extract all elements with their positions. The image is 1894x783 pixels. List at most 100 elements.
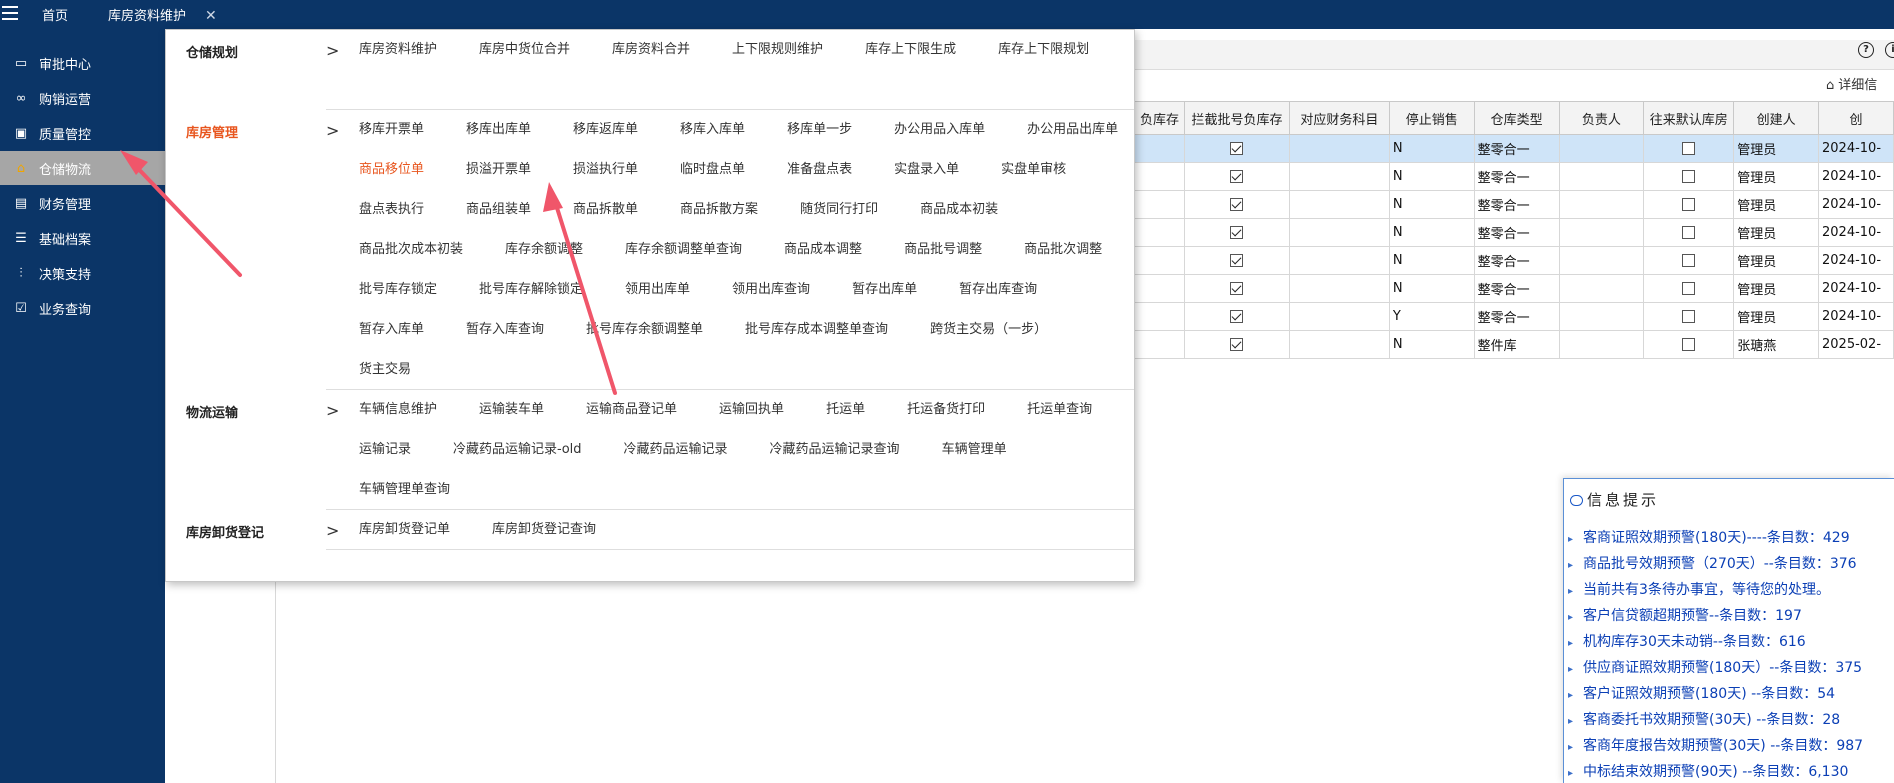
menu-item[interactable]: 商品批号调整	[904, 230, 982, 270]
cell-intercept-checkbox[interactable]	[1183, 134, 1290, 163]
menu-item[interactable]: 库存余额调整	[505, 230, 583, 270]
info-list-item[interactable]: 客户信贷额超期预警--条目数：197	[1568, 603, 1863, 629]
cell-default-warehouse-checkbox[interactable]	[1643, 190, 1735, 219]
menu-item[interactable]: 托运备货打印	[907, 390, 985, 430]
cell-intercept-checkbox[interactable]	[1183, 218, 1290, 247]
menu-item[interactable]: 库存上下限规划	[998, 30, 1089, 70]
cell-default-warehouse-checkbox[interactable]	[1643, 330, 1735, 359]
sidebar-item-2[interactable]: ▣ 质量管控	[0, 116, 165, 150]
checkbox[interactable]	[1230, 282, 1244, 295]
menu-item[interactable]: 实盘录入单	[894, 150, 959, 190]
table-row[interactable]: N 整零合一 管理员 2024-10-	[1134, 218, 1894, 247]
menu-section-title[interactable]: 库房管理	[186, 122, 238, 141]
table-row[interactable]: N 整零合一 管理员 2024-10-	[1134, 274, 1894, 303]
grid-column-header[interactable]: 往来默认库房	[1643, 101, 1735, 135]
menu-item[interactable]: 移库开票单	[359, 110, 424, 150]
sidebar-item-7[interactable]: ☑ 业务查询	[0, 291, 165, 325]
cell-intercept-checkbox[interactable]	[1183, 246, 1290, 275]
menu-item[interactable]: 移库单一步	[787, 110, 852, 150]
checkbox[interactable]	[1682, 170, 1696, 183]
menu-item[interactable]: 领用出库单	[625, 270, 690, 310]
cell-default-warehouse-checkbox[interactable]	[1643, 246, 1735, 275]
menu-item[interactable]: 上下限规则维护	[732, 30, 823, 70]
menu-item[interactable]: 商品成本初装	[920, 190, 998, 230]
menu-item[interactable]: 库房资料维护	[359, 30, 437, 70]
menu-item[interactable]: 车辆管理单	[942, 430, 1007, 470]
grid-column-header[interactable]: 负责人	[1558, 101, 1645, 135]
hamburger-menu-icon[interactable]	[2, 6, 18, 20]
cell-intercept-checkbox[interactable]	[1183, 302, 1290, 331]
info-list-item[interactable]: 机构库存30天未动销--条目数：616	[1568, 629, 1863, 655]
menu-item[interactable]: 批号库存成本调整单查询	[745, 310, 888, 350]
menu-item[interactable]: 实盘单审核	[1001, 150, 1066, 190]
sidebar-item-6[interactable]: ⫶ 决策支持	[0, 256, 165, 290]
menu-item[interactable]: 商品移位单	[359, 150, 424, 190]
cell-default-warehouse-checkbox[interactable]	[1643, 274, 1735, 303]
menu-item[interactable]: 库存上下限生成	[865, 30, 956, 70]
cell-intercept-checkbox[interactable]	[1183, 162, 1290, 191]
table-row[interactable]: N 整零合一 管理员 2024-10-	[1134, 162, 1894, 191]
menu-item[interactable]: 冷藏药品运输记录	[624, 430, 728, 470]
menu-item[interactable]: 暂存入库查询	[466, 310, 544, 350]
table-row[interactable]: Y 整零合一 管理员 2024-10-	[1134, 302, 1894, 331]
info-list-item[interactable]: 客商年度报告效期预警(30天) --条目数：987	[1568, 733, 1863, 759]
menu-item[interactable]: 商品批次成本初装	[359, 230, 463, 270]
menu-section-title[interactable]: 库房卸货登记	[186, 522, 264, 541]
menu-item[interactable]: 移库出库单	[466, 110, 531, 150]
checkbox[interactable]	[1230, 198, 1244, 211]
cell-intercept-checkbox[interactable]	[1183, 190, 1290, 219]
menu-item[interactable]: 批号库存余额调整单	[586, 310, 703, 350]
sidebar-item-3[interactable]: ⌂ 仓储物流	[0, 151, 165, 185]
info-list-item[interactable]: 当前共有3条待办事宜，等待您的处理。	[1568, 577, 1863, 603]
menu-item[interactable]: 商品拆散方案	[680, 190, 758, 230]
cell-default-warehouse-checkbox[interactable]	[1643, 134, 1735, 163]
sidebar-item-5[interactable]: ☰ 基础档案	[0, 221, 165, 255]
menu-item[interactable]: 领用出库查询	[732, 270, 810, 310]
grid-column-header[interactable]: 拦截批号负库存	[1183, 101, 1290, 135]
grid-column-header[interactable]: 对应财务科目	[1288, 101, 1390, 135]
checkbox[interactable]	[1682, 254, 1696, 267]
grid-column-header[interactable]: 仓库类型	[1473, 101, 1560, 135]
menu-item[interactable]: 暂存出库查询	[959, 270, 1037, 310]
menu-item[interactable]: 库存余额调整单查询	[625, 230, 742, 270]
cell-default-warehouse-checkbox[interactable]	[1643, 302, 1735, 331]
menu-item[interactable]: 运输回执单	[719, 390, 784, 430]
checkbox[interactable]	[1230, 310, 1244, 323]
checkbox[interactable]	[1230, 226, 1244, 239]
checkbox[interactable]	[1682, 142, 1696, 155]
menu-section-title[interactable]: 物流运输	[186, 402, 238, 421]
menu-section-title[interactable]: 仓储规划	[186, 42, 238, 61]
menu-item[interactable]: 库房卸货登记单	[359, 510, 450, 550]
checkbox[interactable]	[1230, 142, 1244, 155]
menu-item[interactable]: 批号库存锁定	[359, 270, 437, 310]
menu-item[interactable]: 车辆管理单查询	[359, 470, 450, 510]
menu-item[interactable]: 随货同行打印	[800, 190, 878, 230]
grid-column-header[interactable]: 创建人	[1733, 101, 1820, 135]
cell-default-warehouse-checkbox[interactable]	[1643, 218, 1735, 247]
tab-home[interactable]: 首页	[42, 0, 68, 29]
menu-item[interactable]: 运输装车单	[479, 390, 544, 430]
grid-column-header[interactable]: 创	[1818, 101, 1894, 135]
menu-item[interactable]: 损溢开票单	[466, 150, 531, 190]
checkbox[interactable]	[1682, 282, 1696, 295]
menu-item[interactable]: 盘点表执行	[359, 190, 424, 230]
menu-item[interactable]: 库房卸货登记查询	[492, 510, 596, 550]
info-list-item[interactable]: 客商证照效期预警(180天)----条目数：429	[1568, 525, 1863, 551]
checkbox[interactable]	[1682, 338, 1696, 351]
menu-item[interactable]: 跨货主交易（一步）	[930, 310, 1047, 350]
table-row[interactable]: N 整零合一 管理员 2024-10-	[1134, 246, 1894, 275]
help-icon[interactable]: ?	[1858, 42, 1874, 58]
menu-item[interactable]: 暂存出库单	[852, 270, 917, 310]
menu-item[interactable]: 暂存入库单	[359, 310, 424, 350]
menu-item[interactable]: 商品拆散单	[573, 190, 638, 230]
cell-default-warehouse-checkbox[interactable]	[1643, 162, 1735, 191]
menu-item[interactable]: 商品成本调整	[784, 230, 862, 270]
info-circle-icon[interactable]: i	[1885, 42, 1894, 58]
menu-item[interactable]: 损溢执行单	[573, 150, 638, 190]
cell-intercept-checkbox[interactable]	[1183, 274, 1290, 303]
grid-column-header[interactable]: 负库存	[1134, 101, 1185, 135]
menu-item[interactable]: 批号库存解除锁定	[479, 270, 583, 310]
info-list-item[interactable]: 客户证照效期预警(180天) --条目数：54	[1568, 681, 1863, 707]
tab-warehouse-maintenance[interactable]: 库房资料维护	[108, 0, 210, 29]
menu-item[interactable]: 移库返库单	[573, 110, 638, 150]
